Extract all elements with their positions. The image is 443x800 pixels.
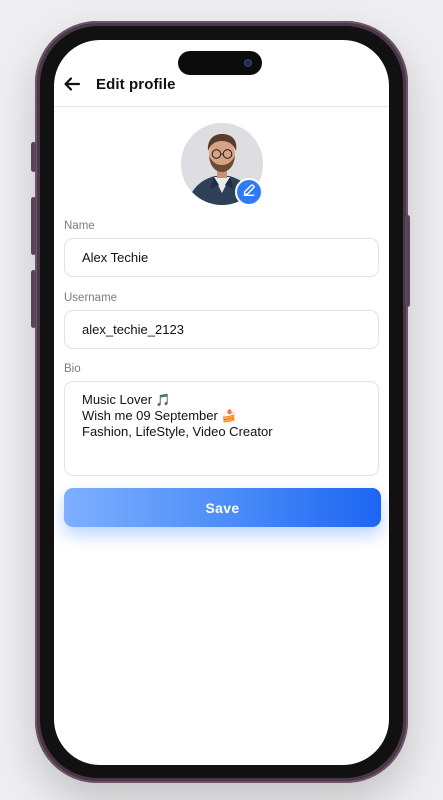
avatar-container xyxy=(181,123,263,206)
camera-icon xyxy=(244,59,252,67)
bio-label: Bio xyxy=(64,363,81,375)
name-label: Name xyxy=(64,220,95,232)
header: Edit profile xyxy=(54,70,389,107)
page-title: Edit profile xyxy=(96,76,176,93)
username-field-box xyxy=(64,310,379,349)
bio-line: Fashion, LifeStyle, Video Creator xyxy=(82,424,273,440)
edit-avatar-button[interactable] xyxy=(235,178,263,206)
bio-line-text: Music Lover xyxy=(82,392,153,407)
save-button[interactable]: Save xyxy=(64,488,381,527)
silent-switch xyxy=(31,142,36,172)
arrow-left-icon[interactable] xyxy=(62,74,82,94)
power-button xyxy=(405,215,410,307)
bio-line-text: Wish me 09 September xyxy=(82,408,218,423)
username-input[interactable] xyxy=(65,311,378,348)
music-note-icon: 🎵 xyxy=(155,393,171,407)
cake-icon: 🍰 xyxy=(221,409,237,423)
username-label: Username xyxy=(64,292,118,304)
bio-line: Music Lover 🎵 xyxy=(82,392,273,408)
pencil-icon xyxy=(242,183,256,202)
bio-text: Music Lover 🎵 Wish me 09 September 🍰 Fas… xyxy=(82,392,273,440)
name-field-box xyxy=(64,238,379,277)
screen: Edit profile Name Alex Techie Username a… xyxy=(54,40,389,765)
bio-line: Wish me 09 September 🍰 xyxy=(82,408,273,424)
bio-line-text: Fashion, LifeStyle, Video Creator xyxy=(82,424,273,439)
name-input[interactable] xyxy=(65,239,378,276)
volume-down-button xyxy=(31,270,36,328)
bio-textarea[interactable]: Music Lover 🎵 Wish me 09 September 🍰 Fas… xyxy=(64,381,379,476)
volume-up-button xyxy=(31,197,36,255)
